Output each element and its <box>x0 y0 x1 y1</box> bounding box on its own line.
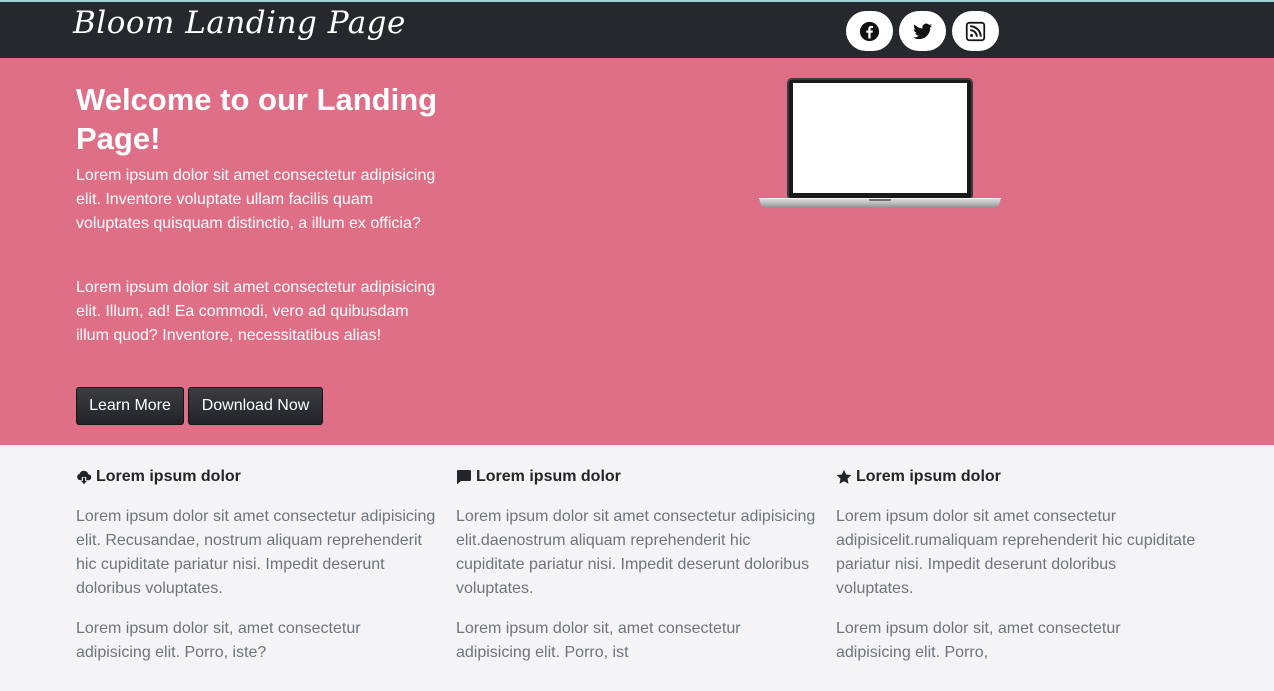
star-icon <box>836 469 852 484</box>
rss-button[interactable] <box>952 11 999 51</box>
twitter-button[interactable] <box>899 11 946 51</box>
feature-text: Lorem ipsum dolor sit amet consectetur a… <box>836 508 1196 597</box>
feature-heading: Lorem ipsum dolor <box>836 467 1196 487</box>
social-links <box>846 11 999 51</box>
feature-heading: Lorem ipsum dolor <box>456 467 816 487</box>
feature-column: Lorem ipsum dolor Lorem ipsum dolor sit … <box>836 467 1196 665</box>
features-section: Lorem ipsum dolor Lorem ipsum dolor sit … <box>0 445 1274 691</box>
download-now-button[interactable]: Download Now <box>188 387 323 425</box>
navbar: Bloom Landing Page <box>0 0 1274 58</box>
laptop-image <box>759 78 1001 208</box>
feature-text: Lorem ipsum dolor sit, amet consectetur … <box>456 620 741 661</box>
hero-section: Welcome to our Landing Page! Lorem ipsum… <box>0 58 1274 445</box>
rss-icon <box>965 21 986 41</box>
feature-column: Lorem ipsum dolor Lorem ipsum dolor sit … <box>76 467 436 665</box>
hero-paragraph: Lorem ipsum dolor sit amet consectetur a… <box>76 167 436 232</box>
hero-title: Welcome to our Landing Page! <box>76 82 438 156</box>
learn-more-button[interactable]: Learn More <box>76 387 184 425</box>
feature-text: Lorem ipsum dolor sit amet consectetur a… <box>456 508 816 597</box>
feature-column: Lorem ipsum dolor Lorem ipsum dolor sit … <box>456 467 816 665</box>
feature-text: Lorem ipsum dolor sit amet consectetur a… <box>76 508 436 597</box>
facebook-button[interactable] <box>846 11 893 51</box>
feature-text: Lorem ipsum dolor sit, amet consectetur … <box>836 620 1121 661</box>
hero-paragraph: Lorem ipsum dolor sit amet consectetur a… <box>76 279 436 344</box>
cloud-download-icon <box>77 470 92 485</box>
feature-heading-text: Lorem ipsum dolor <box>856 468 1001 485</box>
comment-icon <box>457 470 471 485</box>
feature-heading: Lorem ipsum dolor <box>76 467 436 487</box>
facebook-icon <box>859 21 880 41</box>
feature-heading-text: Lorem ipsum dolor <box>476 468 621 485</box>
twitter-icon <box>913 23 933 39</box>
feature-text: Lorem ipsum dolor sit, amet consectetur … <box>76 620 361 661</box>
feature-heading-text: Lorem ipsum dolor <box>96 468 241 485</box>
brand-logo[interactable]: Bloom Landing Page <box>73 5 406 41</box>
